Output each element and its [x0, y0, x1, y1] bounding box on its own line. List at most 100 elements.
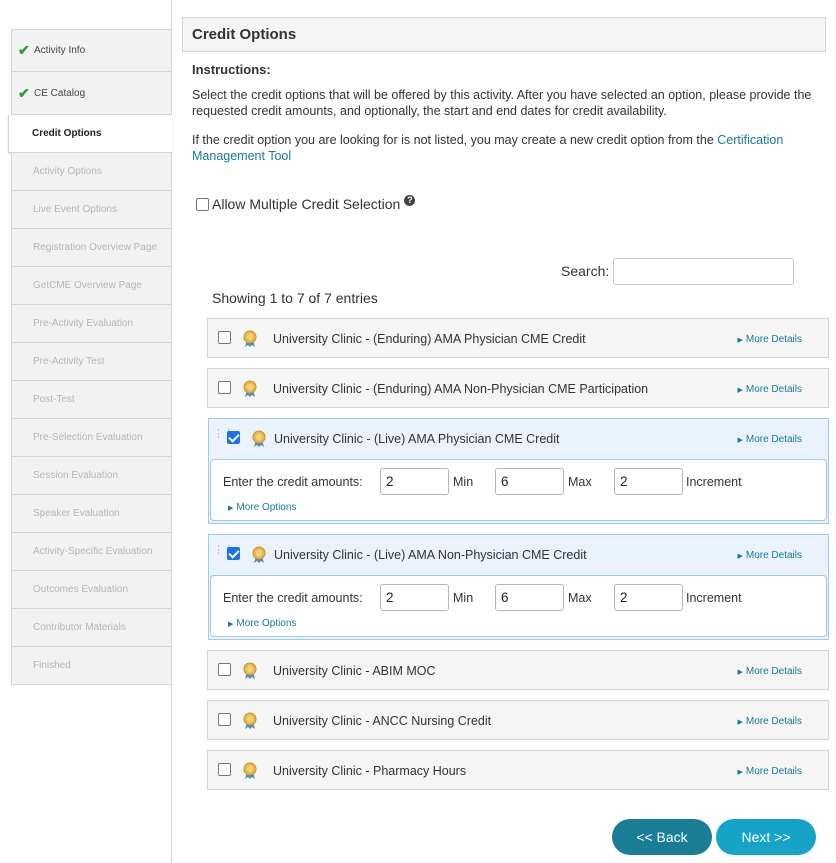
credit-amounts-panel: Enter the credit amounts: 2 Min 6 Max 2 … [210, 575, 827, 637]
step-label: Post-Test [33, 394, 75, 405]
more-details-link[interactable]: ▶ More Details [737, 716, 802, 727]
caret-right-icon: ▶ [737, 437, 743, 444]
min-label: Min [453, 475, 474, 489]
more-options-link[interactable]: ▶ More Options [228, 502, 296, 513]
instructions-note-text: If the credit option you are looking for… [192, 133, 718, 147]
allow-multiple-label: Allow Multiple Credit Selection [212, 196, 401, 212]
credit-amount-input[interactable]: 2 [380, 584, 449, 611]
credit-title: University Clinic - (Enduring) AMA Physi… [273, 332, 586, 346]
step-pre-activity-test: Pre-Activity Test [11, 343, 172, 381]
instructions-note: If the credit option you are looking for… [192, 132, 822, 164]
more-details-link[interactable]: ▶ More Details [737, 666, 802, 677]
step-speaker-evaluation: Speaker Evaluation [11, 495, 172, 533]
step-label: Pre-Activity Test [33, 356, 105, 367]
step-contributor-materials: Contributor Materials [11, 609, 172, 647]
drag-handle-icon[interactable]: ⋮⋮ [213, 429, 234, 440]
next-button[interactable]: Next >> [716, 819, 816, 855]
step-session-evaluation: Session Evaluation [11, 457, 172, 495]
caret-right-icon: ▶ [737, 337, 743, 344]
increment-label: Increment [686, 475, 742, 489]
more-details-link[interactable]: ▶ More Details [737, 766, 802, 777]
step-label: Session Evaluation [33, 470, 119, 481]
caret-right-icon: ▶ [737, 669, 743, 676]
more-options-link[interactable]: ▶ More Options [228, 618, 296, 629]
credit-checkbox[interactable] [218, 713, 231, 726]
step-label: Activity Info [34, 45, 86, 56]
credit-checkbox[interactable] [218, 381, 231, 394]
more-details-label: More Details [745, 334, 802, 345]
step-activity-options: Activity Options [11, 153, 172, 191]
step-label: Pre-Activity Evaluation [33, 318, 134, 329]
step-activity-info[interactable]: ✔ Activity Info [11, 29, 172, 72]
step-activity-specific-evaluation: Activity-Specific Evaluation [11, 533, 172, 571]
credit-row: University Clinic - ANCC Nursing Credit … [207, 700, 829, 740]
credit-row: University Clinic - ABIM MOC ▶ More Detai… [207, 650, 829, 690]
award-icon [243, 380, 257, 397]
credit-row-selected: ⋮⋮ University Clinic - (Live) AMA Non-Ph… [208, 534, 829, 640]
more-details-label: More Details [745, 716, 802, 727]
caret-right-icon: ▶ [228, 505, 234, 512]
credit-checkbox[interactable] [218, 763, 231, 776]
more-details-link[interactable]: ▶ More Details [737, 384, 802, 395]
page-title: Credit Options [182, 17, 826, 52]
allow-multiple-checkbox[interactable] [196, 197, 209, 211]
more-details-label: More Details [745, 666, 802, 677]
instructions-text: Select the credit options that will be o… [192, 88, 812, 118]
caret-right-icon: ▶ [737, 769, 743, 776]
wizard-steps: ✔ Activity Info ✔ CE Catalog Credit Opti… [8, 29, 172, 685]
search-input[interactable] [613, 258, 794, 285]
step-getcme-overview: GetCME Overview Page [11, 267, 172, 305]
step-ce-catalog[interactable]: ✔ CE Catalog [11, 72, 172, 115]
min-input[interactable]: 6 [495, 468, 564, 495]
help-icon[interactable]: ? [404, 194, 416, 206]
step-label: Outcomes Evaluation [33, 584, 129, 595]
step-outcomes-evaluation: Outcomes Evaluation [11, 571, 172, 609]
credit-title: University Clinic - Pharmacy Hours [273, 764, 467, 778]
credit-amounts-label: Enter the credit amounts: [223, 475, 363, 489]
more-details-label: More Details [745, 434, 802, 445]
step-label: Pre-Selection Evaluation [33, 432, 143, 443]
step-credit-options[interactable]: Credit Options [8, 115, 172, 153]
drag-handle-icon[interactable]: ⋮⋮ [213, 545, 234, 556]
more-details-link[interactable]: ▶ More Details [737, 550, 802, 561]
step-pre-activity-evaluation: Pre-Activity Evaluation [11, 305, 172, 343]
step-label: CE Catalog [34, 87, 86, 99]
caret-right-icon: ▶ [737, 553, 743, 560]
checkmark-icon: ✔ [18, 42, 30, 58]
credit-checkbox[interactable] [227, 547, 240, 560]
credit-title: University Clinic - (Live) AMA Non-Physi… [274, 548, 587, 562]
max-input[interactable]: 2 [614, 584, 683, 611]
award-icon [252, 430, 266, 447]
more-details-link[interactable]: ▶ More Details [737, 334, 802, 345]
max-input[interactable]: 2 [614, 468, 683, 495]
award-icon [243, 712, 257, 729]
more-options-label: More Options [236, 502, 297, 513]
step-label: Speaker Evaluation [33, 508, 120, 519]
credit-row-selected: ⋮⋮ University Clinic - (Live) AMA Physic… [208, 418, 829, 524]
instructions-heading: Instructions: [192, 62, 271, 77]
credit-checkbox[interactable] [227, 431, 240, 444]
min-label: Min [453, 591, 474, 605]
credit-checkbox[interactable] [218, 663, 231, 676]
credit-title: University Clinic - ABIM MOC [273, 664, 436, 678]
credit-amount-input[interactable]: 2 [380, 468, 449, 495]
allow-multiple-credit[interactable]: Allow Multiple Credit Selection ? [196, 194, 416, 212]
step-post-test: Post-Test [11, 381, 172, 419]
more-details-label: More Details [745, 550, 802, 561]
entries-info: Showing 1 to 7 of 7 entries [212, 290, 378, 306]
credit-title: University Clinic - (Live) AMA Physician… [274, 432, 560, 446]
back-button[interactable]: << Back [612, 819, 712, 855]
caret-right-icon: ▶ [737, 387, 743, 394]
step-label: Activity Options [33, 166, 102, 177]
credit-amounts-label: Enter the credit amounts: [223, 591, 363, 605]
credit-checkbox[interactable] [218, 331, 231, 344]
award-icon [243, 662, 257, 679]
step-label: GetCME Overview Page [33, 280, 142, 291]
min-input[interactable]: 6 [495, 584, 564, 611]
max-label: Max [568, 591, 592, 605]
more-details-link[interactable]: ▶ More Details [737, 434, 802, 445]
credit-title: University Clinic - (Enduring) AMA Non-P… [273, 382, 649, 396]
step-label: Registration Overview Page [33, 242, 157, 253]
step-label: Contributor Materials [33, 622, 126, 633]
credit-row: University Clinic - (Enduring) AMA Non-P… [207, 368, 829, 408]
